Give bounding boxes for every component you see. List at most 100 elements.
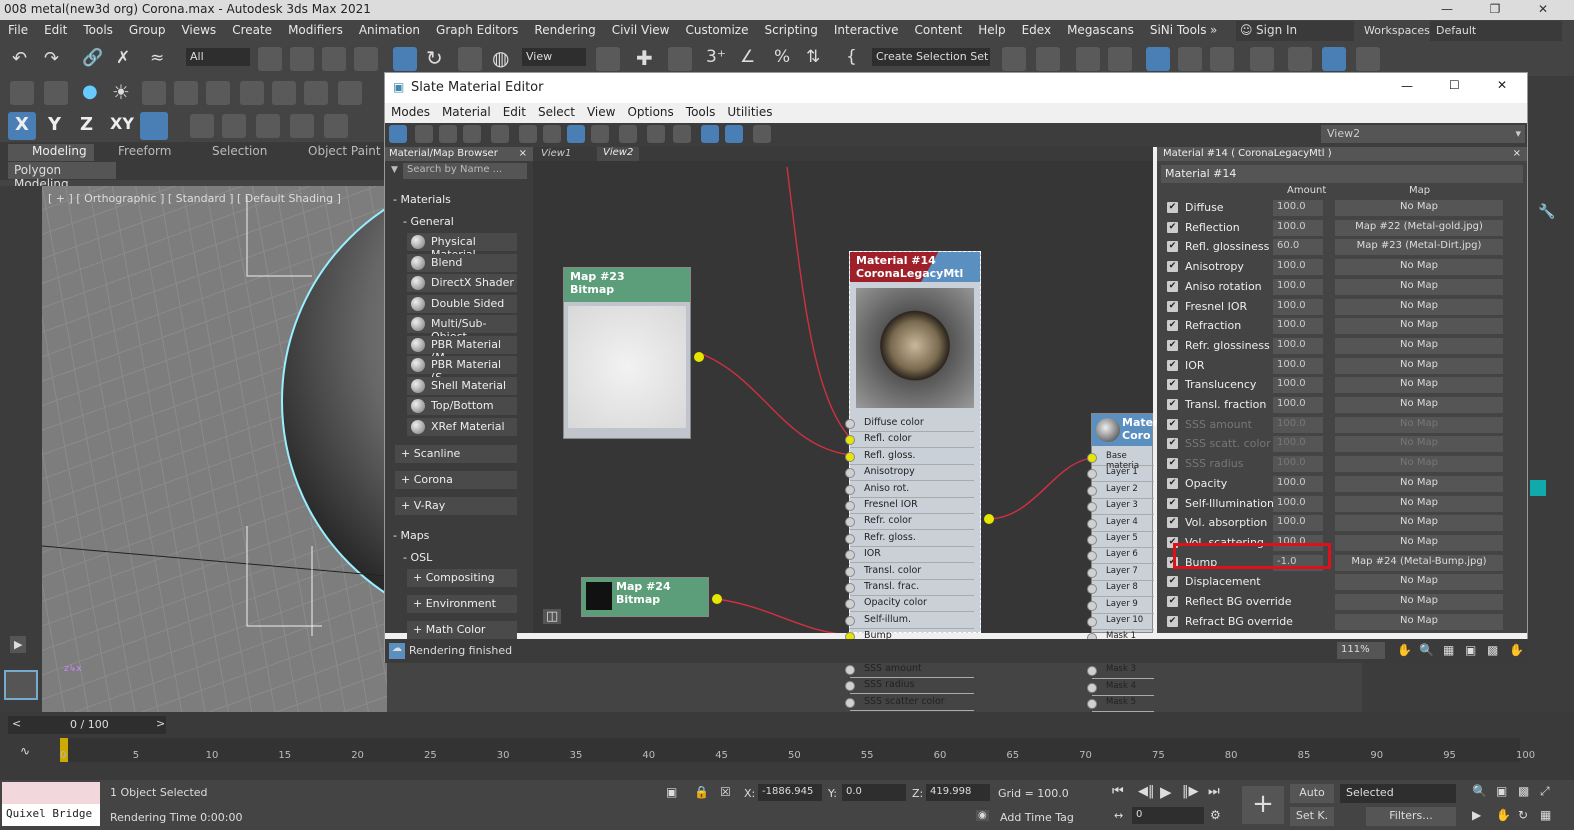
sme-menu-select[interactable]: Select [532,103,581,119]
map-slot-button[interactable]: No Map [1335,613,1503,630]
node-input-slot[interactable]: Aniso rot. [845,482,974,498]
tab-freeform[interactable]: Freeform [118,144,171,158]
slot-connector-dot[interactable] [845,697,855,708]
layer-input-slot[interactable]: Base materia [1087,450,1154,471]
display-icon[interactable] [272,81,296,105]
workspace-dropdown[interactable]: Default [1430,21,1562,41]
sme-menu-options[interactable]: Options [621,103,679,119]
play-icon[interactable]: ▶ [1160,783,1172,801]
amount-spinner[interactable]: 100.0 [1273,495,1323,512]
layer-input-slot[interactable]: Layer 9 [1087,598,1154,614]
add-time-tag[interactable]: Add Time Tag [1000,811,1074,824]
viewport-label[interactable]: [ + ] [ Orthographic ] [ Standard ] [ De… [48,192,341,205]
amount-spinner[interactable]: 100.0 [1273,377,1323,394]
pivot-center-icon[interactable] [596,47,620,71]
node-view[interactable]: View1 View2 Map #23 Bitmap Map #24 Bitmap … [533,147,1159,712]
slot-connector-dot[interactable] [1087,567,1097,578]
slot-connector-dot[interactable] [1087,699,1097,709]
sun-icon[interactable]: ☀ [112,80,130,104]
node-input-slot[interactable]: Refl. color [845,432,974,449]
angle-snap-icon[interactable]: ∠ [740,47,755,67]
browser-item[interactable]: Shell Material [407,376,517,395]
helper-icon[interactable] [142,81,166,105]
render-setup-icon[interactable] [1288,47,1312,71]
hierarchy-icon[interactable] [174,81,198,105]
y-coordinate-field[interactable]: 0.0 [842,784,906,801]
layer-input-slot[interactable]: Layer 7 [1087,565,1154,581]
menu-help[interactable]: Help [970,20,1013,42]
slot-connector-dot[interactable] [1087,617,1097,627]
filters-button[interactable]: Filters... [1366,807,1456,826]
checkbox[interactable]: ✔ [1167,596,1178,607]
amount-spinner[interactable]: 60.0 [1273,239,1323,256]
orbit-icon[interactable]: ↻ [1518,808,1528,822]
amount-spinner[interactable]: 100.0 [1273,357,1323,374]
map-slot-button[interactable]: Map #24 (Metal-Bump.jpg) [1335,554,1503,571]
node-material14[interactable]: Material #14 CoronaLegacyMtl Diffuse colo… [845,251,994,711]
put-to-scene-icon[interactable] [439,125,457,143]
zoom-extents-icon[interactable]: ▣ [1465,643,1476,657]
browser-item[interactable]: DirectX Shader [407,274,517,292]
node-input-slot[interactable]: Self-illum. [845,613,974,629]
search-input[interactable]: Search by Name ... [403,163,527,179]
absolute-mode-icon[interactable]: ☒ [720,785,731,799]
time-next-icon[interactable]: > [156,717,165,730]
reference-coord-dropdown[interactable]: View [522,48,586,66]
maximize-icon[interactable]: ❐ [1472,0,1518,20]
slot-connector-dot[interactable] [845,484,855,495]
wrench-icon[interactable]: 🔧 [1538,204,1555,220]
current-frame-field[interactable]: 0 [1132,807,1204,824]
amount-spinner[interactable]: 100.0 [1273,318,1323,335]
sme-minimize-icon[interactable]: — [1401,79,1413,93]
browser-item[interactable]: Physical Material [407,233,517,261]
node-layered-material[interactable]: Mater Coro Base materia Layer 1 Layer 2 Laye… [1087,413,1159,712]
layer-input-slot[interactable]: Layer 8 [1087,581,1154,598]
map-slot-button[interactable]: No Map [1335,377,1503,394]
sphere-object[interactable] [42,186,387,712]
checkbox[interactable]: ✔ [1167,458,1178,470]
tab-object-paint[interactable]: Object Paint [308,144,381,158]
slot-connector-dot[interactable] [845,665,855,675]
sign-in-button[interactable]: Sign In [1236,21,1354,41]
maxscript-listener[interactable] [2,782,100,804]
menu-scripting[interactable]: Scripting [756,20,825,42]
pick-material-icon[interactable] [415,125,433,143]
rotate-icon[interactable]: ↻ [426,46,443,70]
map-slot-button[interactable]: No Map [1335,259,1503,276]
axis-xy-button[interactable]: XY [110,114,134,133]
viewport-orthographic[interactable]: [ + ] [ Orthographic ] [ Standard ] [ De… [42,186,387,712]
color-swatch[interactable] [1530,480,1546,496]
slot-connector-dot[interactable] [845,468,855,479]
slot-connector-dot[interactable] [1087,600,1097,611]
named-selection-icon[interactable]: { [846,47,857,67]
snap-vertex-icon[interactable] [190,114,214,138]
utilities-icon[interactable] [304,81,328,105]
slot-connector-dot[interactable] [1087,584,1097,595]
map-group[interactable]: + Compositing [407,569,517,587]
motion-icon[interactable] [240,81,264,105]
menu-content[interactable]: Content [907,20,971,42]
sme-menu-view[interactable]: View [581,103,621,119]
map-slot-button[interactable]: No Map [1335,357,1503,374]
checkbox[interactable]: ✔ [1167,497,1178,509]
slot-connector-dot[interactable] [1087,502,1097,513]
material-browser-toggle-icon[interactable] [701,125,719,143]
menu-interactive[interactable]: Interactive [826,20,907,42]
menu-edit[interactable]: Edit [36,20,75,42]
rendered-frame-window-icon[interactable] [1322,47,1346,71]
zoom-icon[interactable]: 🔍 [1419,643,1434,657]
tab-modeling[interactable]: Modeling [32,144,87,158]
browser-item[interactable]: Top/Bottom [407,397,517,415]
axis-constraint-icon[interactable] [140,112,168,140]
slot-connector-dot[interactable] [845,583,855,593]
slot-connector-dot[interactable] [845,419,855,429]
map-slot-button[interactable]: No Map [1335,594,1503,610]
map-slot-button[interactable]: No Map [1335,397,1503,413]
time-prev-icon[interactable]: < [12,717,21,730]
delete-icon[interactable] [491,125,509,143]
amount-spinner[interactable]: 100.0 [1273,298,1323,315]
menu-graph-editors[interactable]: Graph Editors [428,20,526,42]
viewport-toggle-icon[interactable]: ▦ [1540,808,1551,822]
maps-group[interactable]: - Maps [393,529,429,542]
slot-connector-dot[interactable] [845,517,855,528]
